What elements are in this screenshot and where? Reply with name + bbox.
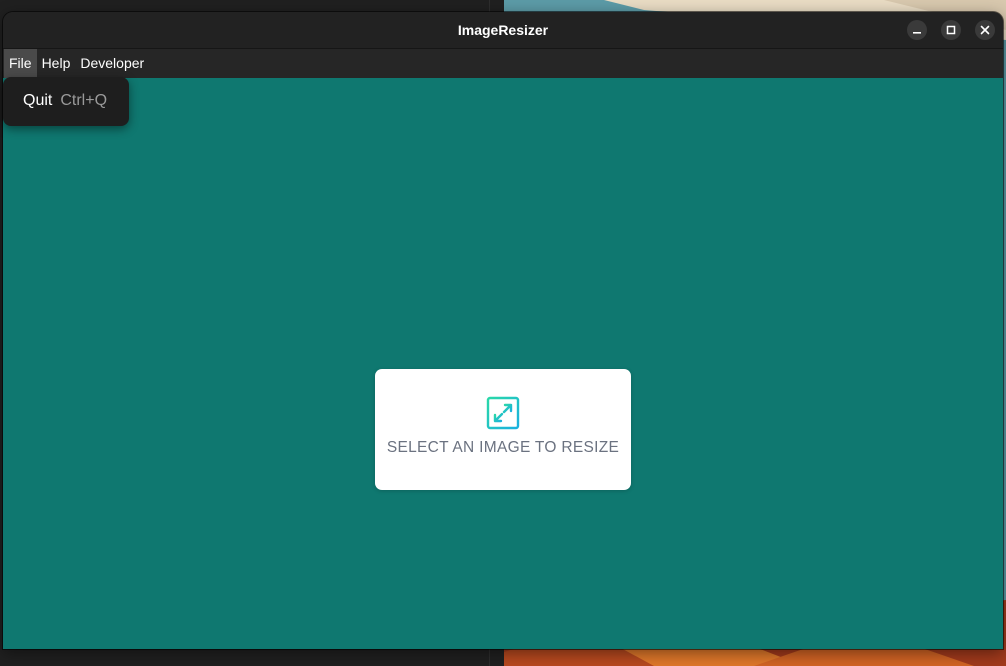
app-window: ImageResizer File Help Developer SELECT …	[3, 12, 1003, 649]
select-image-card[interactable]: SELECT AN IMAGE TO RESIZE	[375, 369, 631, 490]
close-icon	[980, 25, 990, 35]
maximize-icon	[946, 25, 956, 35]
window-title: ImageResizer	[457, 22, 549, 38]
minimize-button[interactable]	[907, 20, 927, 40]
quit-label: Quit	[23, 92, 53, 109]
select-image-label: SELECT AN IMAGE TO RESIZE	[386, 439, 620, 456]
menu-file[interactable]: File	[4, 49, 37, 78]
menu-developer[interactable]: Developer	[75, 49, 149, 78]
close-button[interactable]	[975, 20, 995, 40]
titlebar[interactable]: ImageResizer	[3, 12, 1003, 49]
quit-shortcut: Ctrl+Q	[60, 92, 108, 109]
maximize-button[interactable]	[941, 20, 961, 40]
menu-help[interactable]: Help	[37, 49, 76, 78]
expand-arrows-icon	[486, 396, 520, 430]
file-menu-dropdown: Quit Ctrl+Q	[3, 77, 129, 126]
minimize-icon	[913, 32, 921, 34]
main-content: SELECT AN IMAGE TO RESIZE	[3, 78, 1003, 649]
menubar: File Help Developer	[3, 49, 1003, 78]
menu-item-quit[interactable]: Quit Ctrl+Q	[3, 83, 129, 119]
